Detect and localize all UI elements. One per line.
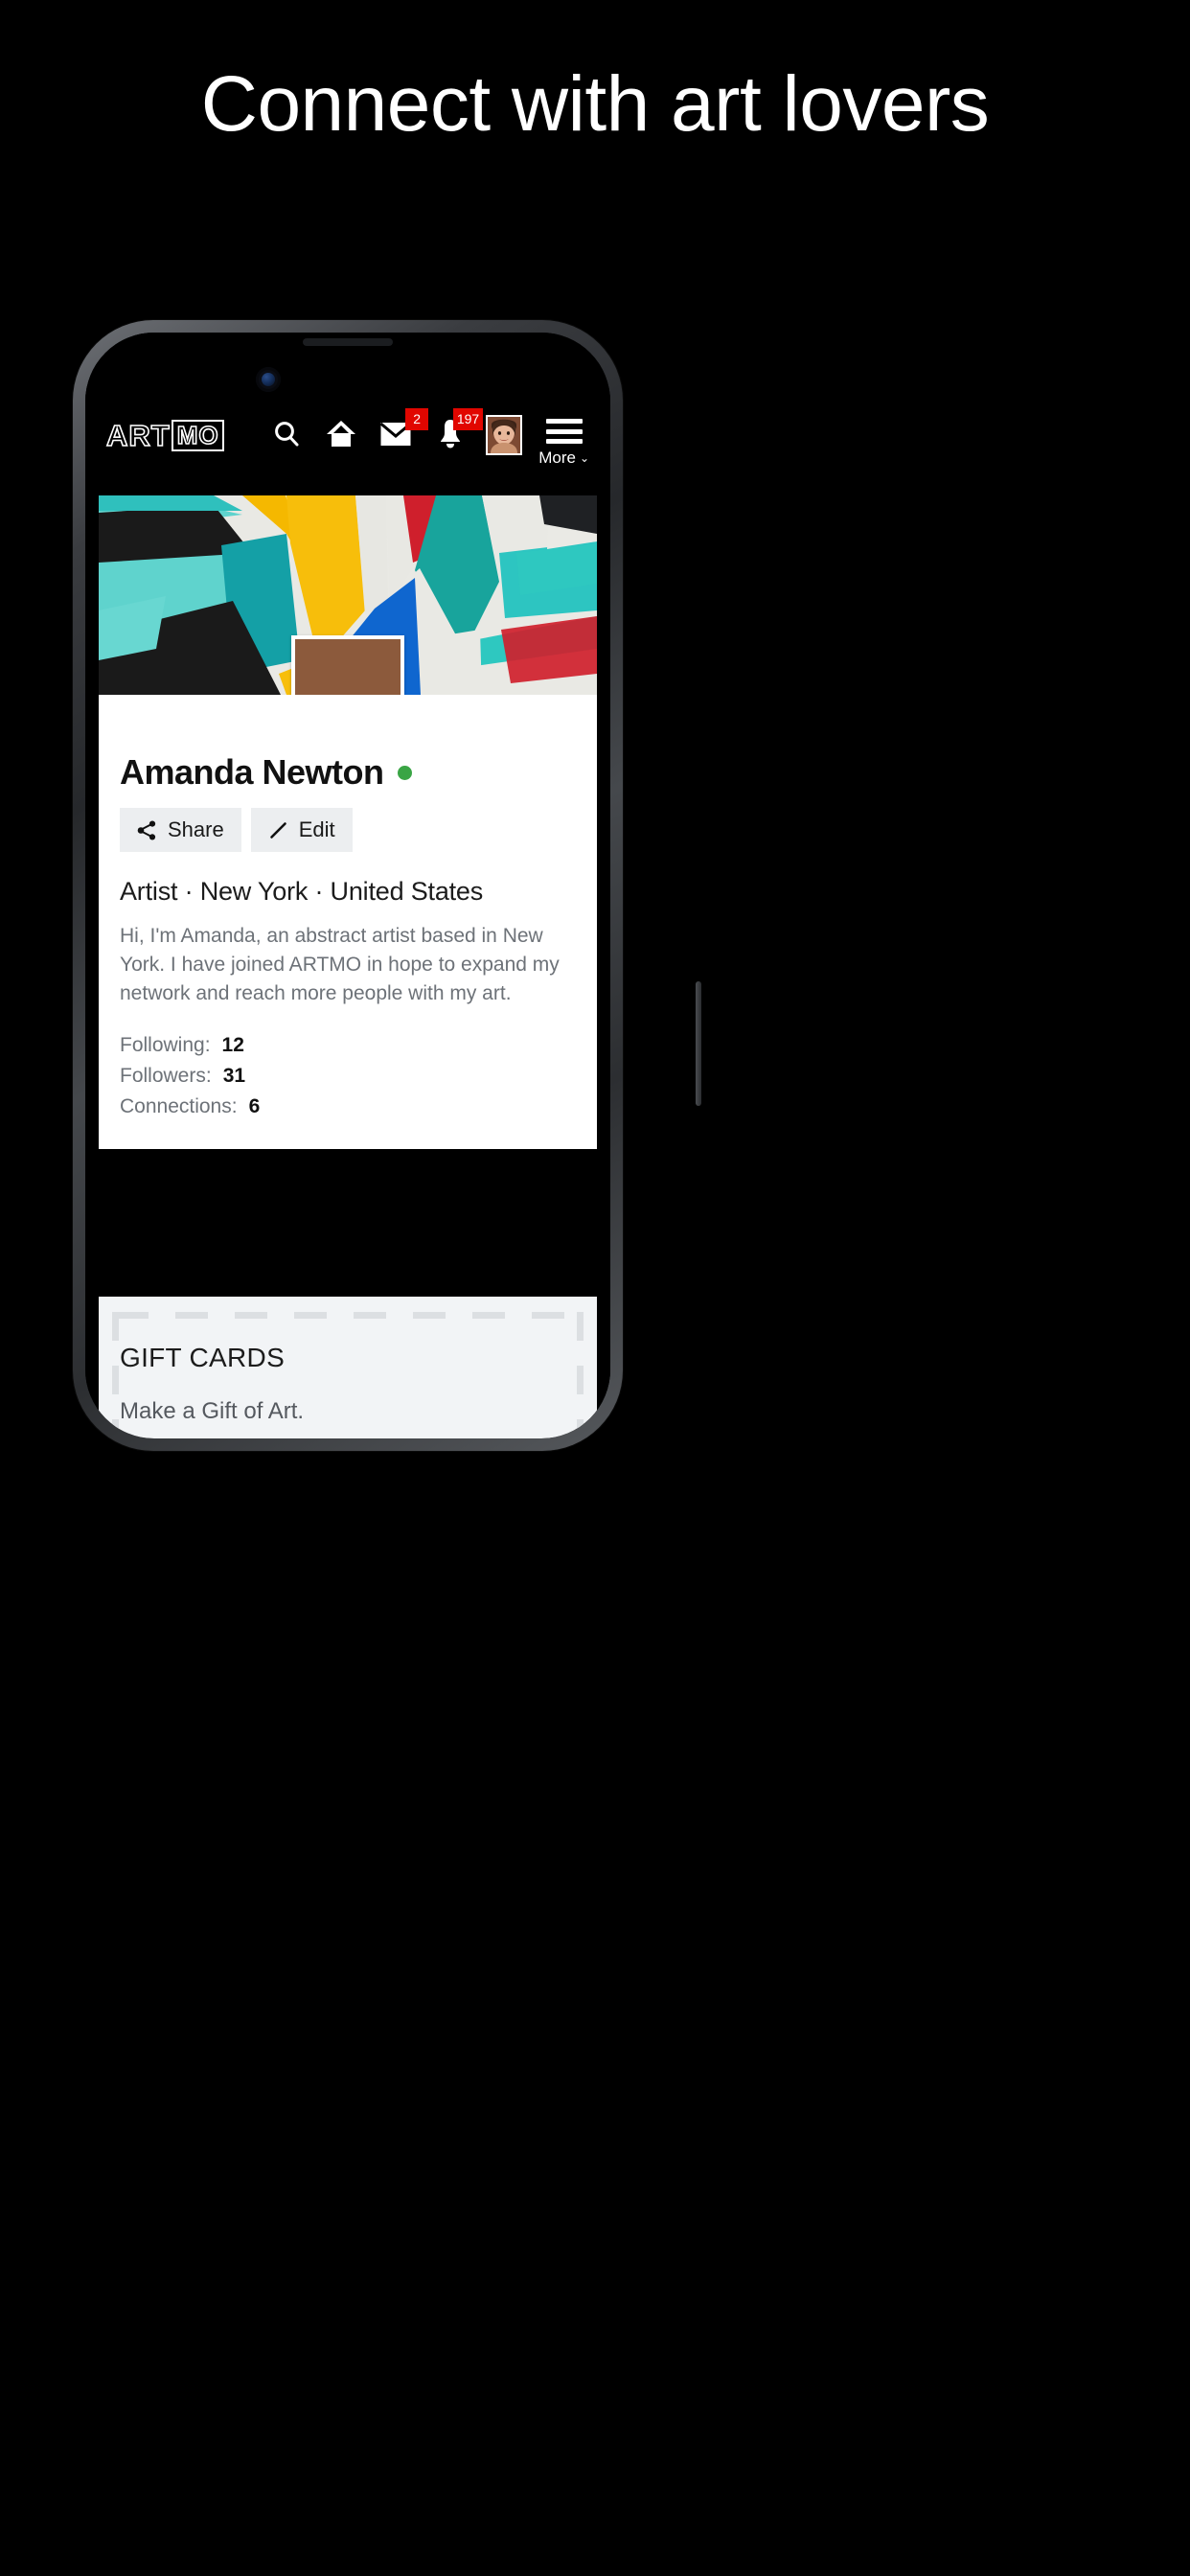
nav-item-home[interactable] <box>322 415 360 453</box>
stat-label: Followers: <box>120 1065 212 1088</box>
phone-notch <box>257 333 439 361</box>
avatar[interactable] <box>486 415 523 455</box>
profile-action-buttons: Share Edit <box>120 808 576 852</box>
phone-power-button <box>696 981 701 1106</box>
share-button-label: Share <box>168 817 224 841</box>
gift-cards-title: GIFT CARDS <box>120 1343 286 1372</box>
stat-row-following[interactable]: Following: 12 <box>120 1034 576 1057</box>
gift-dashed-border-left <box>112 1312 119 1438</box>
artmo-logo[interactable]: ART MO <box>105 418 224 452</box>
hamburger-menu-icon[interactable] <box>545 415 583 444</box>
phone-earpiece-speaker <box>303 338 393 346</box>
profile-stats: Following: 12 Followers: 31 Connections:… <box>120 1034 576 1118</box>
profile-card: Amanda Newton Share Edit Artist · New Yo… <box>99 495 597 1150</box>
messages-badge: 2 <box>405 408 429 430</box>
app-screen: ART MO 2 197 More ⌄ Amanda Newton Share … <box>85 333 610 1438</box>
header-nav-icons: 2 197 More ⌄ <box>267 408 589 468</box>
more-menu-label: More <box>538 448 576 467</box>
stat-label: Connections: <box>120 1095 238 1118</box>
chevron-down-icon: ⌄ <box>579 451 589 465</box>
edit-button[interactable]: Edit <box>250 808 353 852</box>
profile-avatar-large[interactable] <box>291 635 404 695</box>
nav-item-search[interactable] <box>267 415 306 453</box>
gift-dashed-border-right <box>577 1312 584 1438</box>
nav-item-notifications[interactable]: 197 <box>431 408 484 453</box>
home-icon[interactable] <box>322 415 360 453</box>
profile-meta: Artist · New York · United States <box>120 877 484 906</box>
profile-name-row: Amanda Newton <box>120 752 576 793</box>
online-status-indicator <box>397 765 412 780</box>
edit-button-label: Edit <box>298 817 335 841</box>
more-menu-label-wrap[interactable]: More ⌄ <box>538 448 589 468</box>
share-icon <box>137 820 157 840</box>
profile-name: Amanda Newton <box>120 752 384 792</box>
nav-item-profile[interactable] <box>486 415 523 455</box>
stat-label: Following: <box>120 1034 211 1057</box>
share-button[interactable]: Share <box>120 808 241 852</box>
gift-dashed-border-top <box>116 1312 580 1319</box>
profile-bio: Hi, I'm Amanda, an abstract artist based… <box>120 925 560 1004</box>
profile-avatar-image <box>295 639 404 695</box>
notifications-badge: 197 <box>452 408 484 430</box>
logo-text-mo: MO <box>171 419 224 451</box>
stat-row-connections[interactable]: Connections: 6 <box>120 1095 576 1118</box>
stat-row-followers[interactable]: Followers: 31 <box>120 1065 576 1088</box>
screenshot-root: Connect with art lovers ART MO 2 197 Mor… <box>0 0 1190 2576</box>
phone-inner-bezel: ART MO 2 197 More ⌄ Amanda Newton Share … <box>85 333 610 1438</box>
phone-mockup: ART MO 2 197 More ⌄ Amanda Newton Share … <box>73 320 701 1451</box>
gift-cards-subtitle: Make a Gift of Art. <box>120 1398 305 1424</box>
pencil-icon <box>268 820 288 840</box>
profile-card-body: Amanda Newton Share Edit Artist · New Yo… <box>99 695 597 1150</box>
gift-cards-banner[interactable]: GIFT CARDS Make a Gift of Art. <box>99 1297 597 1438</box>
stat-value: 6 <box>248 1095 261 1118</box>
stat-value: 12 <box>221 1034 244 1057</box>
logo-text-art: ART <box>105 418 171 452</box>
nav-item-more-menu[interactable]: More ⌄ <box>538 415 589 468</box>
phone-front-camera <box>256 367 281 392</box>
app-header: ART MO 2 197 More ⌄ <box>85 405 610 495</box>
page-title: Connect with art lovers <box>200 60 990 148</box>
search-icon[interactable] <box>267 415 306 453</box>
cover-image <box>99 495 597 695</box>
stat-value: 31 <box>222 1065 246 1088</box>
nav-item-messages[interactable]: 2 <box>377 408 429 453</box>
